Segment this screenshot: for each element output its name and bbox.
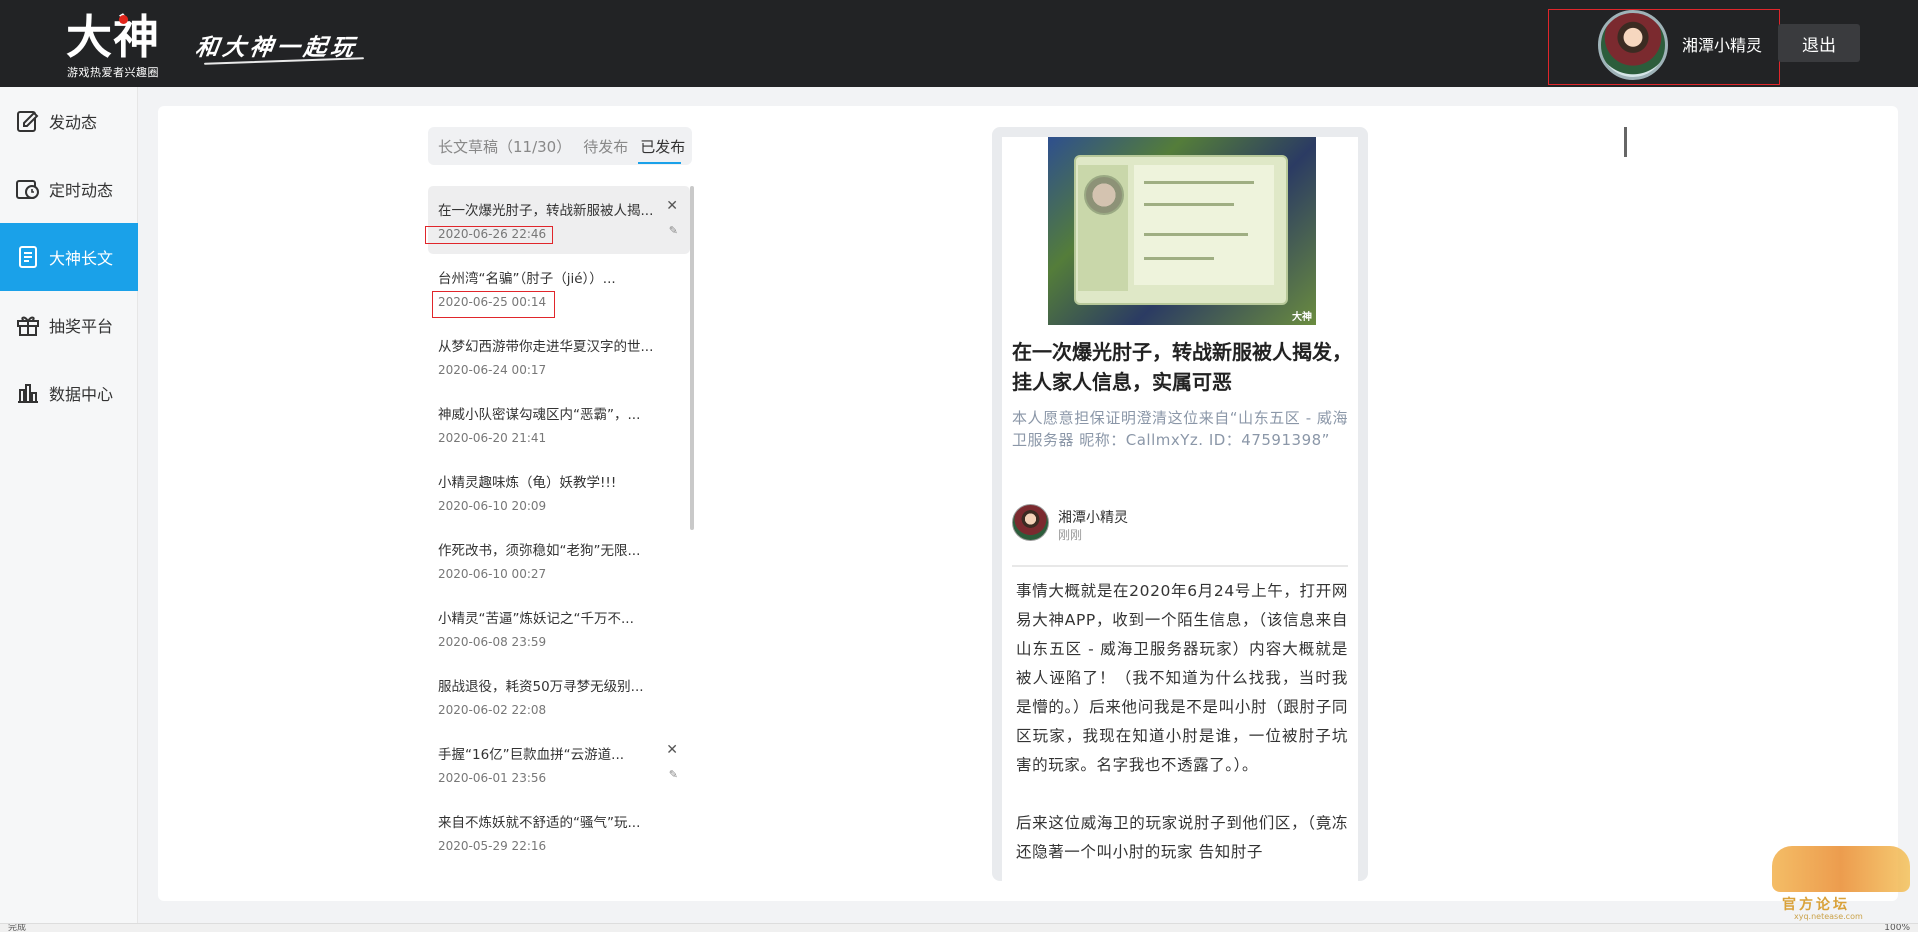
- preview-title: 在一次爆光肘子，转战新服被人揭发，挂人家人信息，实属可恶: [1012, 340, 1352, 394]
- article-date: 2020-06-20 21:41: [438, 431, 547, 445]
- article-date: 2020-06-24 00:17: [438, 363, 547, 377]
- article-title: 服战退役，耗资50万寻梦无级别...: [438, 679, 644, 695]
- document-icon: [15, 244, 41, 270]
- watermark-text: 官方论坛: [1782, 897, 1850, 913]
- edit-icon[interactable]: ✎: [669, 768, 678, 781]
- gift-icon: [15, 312, 41, 338]
- top-header: 大神 游戏热爱者兴趣圈 和大神一起玩 湘潭小精灵 退出: [0, 0, 1918, 87]
- author-name: 湘潭小精灵: [1058, 510, 1128, 526]
- username[interactable]: 湘潭小精灵: [1682, 32, 1762, 56]
- logo-text: 大神: [66, 10, 160, 64]
- article-date: 2020-05-29 22:16: [438, 839, 547, 853]
- logo-dot: [119, 15, 128, 24]
- forum-watermark: 官方论坛 xyq.netease.com: [1772, 846, 1910, 922]
- clock-icon: [15, 176, 41, 202]
- list-item[interactable]: 作死改书，须弥稳如“老狗”无限... 2020-06-10 00:27: [428, 526, 690, 594]
- sidebar-item-post[interactable]: 发动态: [0, 87, 138, 155]
- cover-image: 大神: [1048, 137, 1316, 325]
- bar-chart-icon: [15, 380, 41, 406]
- sidebar-item-lottery[interactable]: 抽奖平台: [0, 291, 138, 359]
- cover-logo: 大神: [1292, 312, 1312, 323]
- sidebar-item-label: 大神长文: [49, 249, 114, 268]
- list-scrollbar[interactable]: [690, 186, 694, 530]
- divider: [1012, 565, 1348, 567]
- tab-pending[interactable]: 待发布: [583, 136, 628, 157]
- sidebar-item-long-article[interactable]: 大神长文: [0, 223, 138, 291]
- date-highlight-box: [425, 226, 553, 244]
- sidebar-item-label: 发动态: [49, 113, 98, 132]
- cover-line: [1144, 203, 1234, 206]
- sidebar-item-scheduled[interactable]: 定时动态: [0, 155, 138, 223]
- list-item[interactable]: 服战退役，耗资50万寻梦无级别... 2020-06-02 22:08: [428, 662, 690, 730]
- edit-icon[interactable]: ✎: [669, 224, 678, 237]
- article-title: 台州湾“名骗”（肘子（jié））...: [438, 271, 616, 287]
- page-scroll-indicator[interactable]: [1624, 127, 1627, 157]
- zoom-level[interactable]: 100%: [1884, 924, 1910, 932]
- sidebar-item-label: 定时动态: [49, 181, 114, 200]
- list-item[interactable]: 神威小队密谋勾魂区内“恶霸”，... 2020-06-20 21:41: [428, 390, 690, 458]
- sidebar-item-data-center[interactable]: 数据中心: [0, 359, 138, 427]
- watermark-url: xyq.netease.com: [1794, 912, 1863, 921]
- cover-line: [1144, 181, 1254, 184]
- logo-subtitle: 游戏热爱者兴趣圈: [67, 66, 159, 79]
- edit-icon: [15, 108, 41, 134]
- status-text: 完成: [8, 923, 27, 932]
- date-highlight-box: [432, 291, 555, 318]
- body-paragraph: 事情大概就是在2020年6月24号上午，打开网易大神APP，收到一个陌生信息，（…: [1016, 582, 1348, 774]
- cover-line: [1144, 233, 1248, 236]
- preview-body: 事情大概就是在2020年6月24号上午，打开网易大神APP，收到一个陌生信息，（…: [1016, 577, 1348, 867]
- list-item[interactable]: 小精灵趣味炼（龟）妖教学!!! 2020-06-10 20:09: [428, 458, 690, 526]
- author-time: 刚刚: [1058, 528, 1083, 542]
- list-item[interactable]: 小精灵“苦逼”炼妖记之“千万不... 2020-06-08 23:59: [428, 594, 690, 662]
- author-avatar: [1012, 504, 1049, 541]
- article-date: 2020-06-10 20:09: [438, 499, 547, 513]
- article-date: 2020-06-08 23:59: [438, 635, 547, 649]
- article-preview: 大神 在一次爆光肘子，转战新服被人揭发，挂人家人信息，实属可恶 本人愿意担保证明…: [992, 127, 1368, 881]
- dashen-logo[interactable]: 大神 游戏热爱者兴趣圈: [66, 10, 170, 79]
- cover-portrait: [1084, 175, 1124, 215]
- logout-button[interactable]: 退出: [1778, 24, 1860, 62]
- list-item[interactable]: 手握“16亿”巨款血拼“云游道... 2020-06-01 23:56 ✕ ✎: [428, 730, 690, 798]
- article-date: 2020-06-02 22:08: [438, 703, 547, 717]
- list-item[interactable]: 从梦幻西游带你走进华夏汉字的世... 2020-06-24 00:17: [428, 322, 690, 390]
- sidebar-item-label: 数据中心: [49, 385, 114, 404]
- article-title: 手握“16亿”巨款血拼“云游道...: [438, 747, 625, 763]
- preview-summary: 本人愿意担保证明澄清这位来自“山东五区 - 威海卫服务器 昵称：CallmxYz…: [1012, 409, 1348, 449]
- browser-status-bar: 完成 100%: [0, 923, 1918, 932]
- article-title: 小精灵趣味炼（龟）妖教学!!!: [438, 475, 617, 491]
- article-date: 2020-06-10 00:27: [438, 567, 547, 581]
- user-avatar[interactable]: [1598, 10, 1668, 80]
- list-item[interactable]: 来自不炼妖就不舒适的“骚气”玩... 2020-05-29 22:16: [428, 798, 690, 866]
- tab-drafts[interactable]: 长文草稿（11/30）: [438, 136, 571, 157]
- article-title: 在一次爆光肘子，转战新服被人揭...: [438, 203, 654, 219]
- article-title: 小精灵“苦逼”炼妖记之“千万不...: [438, 611, 634, 627]
- article-title: 神威小队密谋勾魂区内“恶霸”，...: [438, 407, 641, 423]
- article-title: 作死改书，须弥稳如“老狗”无限...: [438, 543, 641, 559]
- body-paragraph: 后来这位威海卫的玩家说肘子到他们区，（竟冻还隐著一个叫小肘的玩家 告知肘子: [1016, 814, 1348, 861]
- sidebar: 发动态 定时动态 大神长文 抽奖平台 数据中心: [0, 87, 138, 923]
- article-title: 从梦幻西游带你走进华夏汉字的世...: [438, 339, 654, 355]
- preview-content[interactable]: 大神 在一次爆光肘子，转战新服被人揭发，挂人家人信息，实属可恶 本人愿意担保证明…: [1002, 137, 1358, 881]
- article-list: 在一次爆光肘子，转战新服被人揭... 2020-06-26 22:46 ✕ ✎ …: [428, 186, 690, 876]
- slogan: 和大神一起玩: [193, 34, 360, 61]
- tab-published[interactable]: 已发布: [638, 136, 685, 164]
- close-icon[interactable]: ✕: [666, 198, 678, 214]
- article-date: 2020-06-01 23:56: [438, 771, 547, 785]
- article-tabs: 长文草稿（11/30） 待发布 已发布: [428, 127, 692, 165]
- sidebar-item-label: 抽奖平台: [49, 317, 114, 336]
- cover-line: [1144, 257, 1214, 260]
- watermark-logo: [1772, 846, 1910, 892]
- close-icon[interactable]: ✕: [666, 742, 678, 758]
- article-title: 来自不炼妖就不舒适的“骚气”玩...: [438, 815, 641, 831]
